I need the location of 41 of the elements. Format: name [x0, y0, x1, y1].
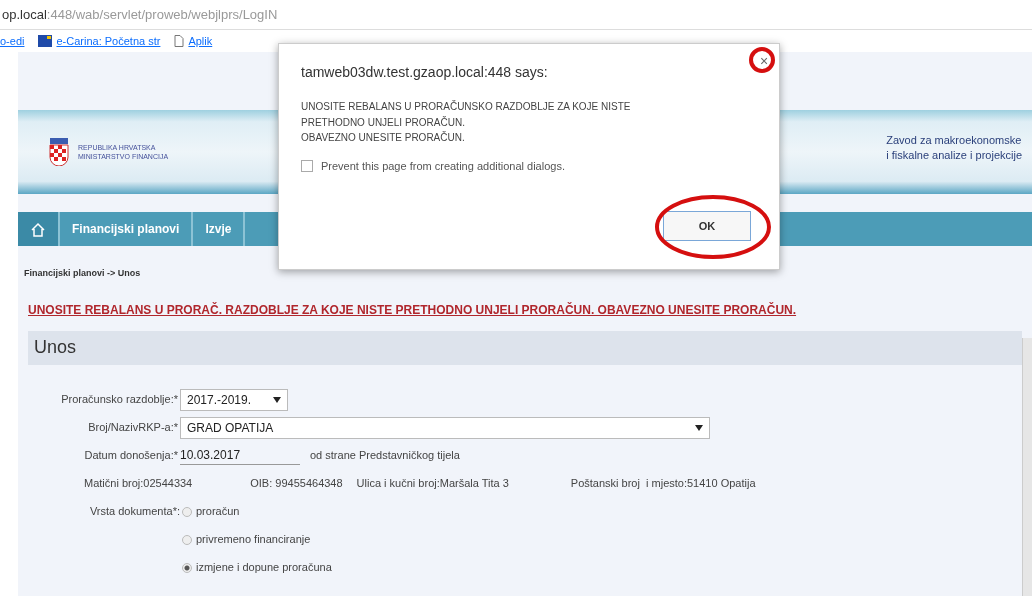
coat-of-arms-icon [48, 138, 70, 166]
home-tab[interactable] [18, 212, 60, 246]
info-text: Poštanski broj i mjesto:51410 Opatija [570, 476, 756, 492]
field-label: Proračunsko razdoblje:* [61, 393, 178, 406]
field-label: Vrsta dokumenta*: [89, 505, 180, 518]
bookmark-link[interactable]: e-Carina: Početna str [38, 32, 161, 50]
institute-name: Zavod za makroekonomske i fiskalne analize i projekcije [886, 133, 1022, 163]
caret-icon [695, 424, 703, 431]
field-label: Broj/NazivRKP-a:* [88, 421, 178, 434]
home-icon [30, 221, 46, 238]
organization-select[interactable]: GRAD OPATIJA [180, 416, 710, 439]
page-icon [174, 35, 185, 47]
checkbox-label: Prevent this page from creating additional dialogs. [321, 158, 565, 174]
info-text: OIB: 99455464348 [250, 476, 343, 492]
radio-option[interactable]: izmjene i dopune proračuna [182, 559, 332, 576]
warning-message: UNOSITE REBALANS U PRORAČ. RAZDOBLJE ZA KOJE NISTE PRETHODNO UNJELI PRORAČUN. OBAVEZNO UNESITE PRORAČUN. [28, 302, 797, 317]
breadcrumb: Financijski planovi -> Unos [23, 267, 142, 280]
info-text: Ulica i kučni broj:Maršala Tita 3 [356, 476, 509, 492]
dialog-title: tamweb03dw.test.gzaop.local:448 says: [301, 63, 549, 82]
field-label: Datum donošenja:* [84, 449, 178, 462]
radio-button[interactable] [182, 562, 192, 573]
info-text: Matični broj:02544334 [84, 476, 193, 492]
ok-button[interactable]: OK [663, 211, 751, 241]
radio-option[interactable]: privremeno financiranje [182, 531, 311, 548]
flag-icon [38, 35, 53, 47]
url-path: :448/wab/servlet/proweb/webjlprs/LogIN [46, 5, 278, 24]
date-note: od strane Predstavničkog tijela [310, 448, 460, 464]
radio-button[interactable] [182, 534, 192, 545]
section-title: Unos [34, 336, 77, 359]
annotation-circle [749, 47, 775, 73]
period-select[interactable]: 2017.-2019. [180, 388, 288, 411]
caret-icon [273, 396, 281, 403]
checkbox[interactable] [301, 159, 313, 172]
radio-option[interactable]: proračun [182, 503, 240, 520]
date-field[interactable]: 10.03.2017 [180, 446, 300, 465]
bookmark-link[interactable]: o-edi [0, 32, 25, 50]
url-host: op.local [2, 5, 47, 24]
radio-button[interactable] [182, 506, 192, 517]
bookmark-link[interactable]: Aplik [174, 32, 213, 50]
dialog-message: UNOSITE REBALANS U PRORAČUNSKO RAZDOBLJE ZA KOJE NISTE PRETHODNO UNJELI PRORAČUN. OBAVEZNO UNESITE PRORAČUN. [301, 99, 632, 145]
close-button[interactable]: × [757, 52, 772, 70]
